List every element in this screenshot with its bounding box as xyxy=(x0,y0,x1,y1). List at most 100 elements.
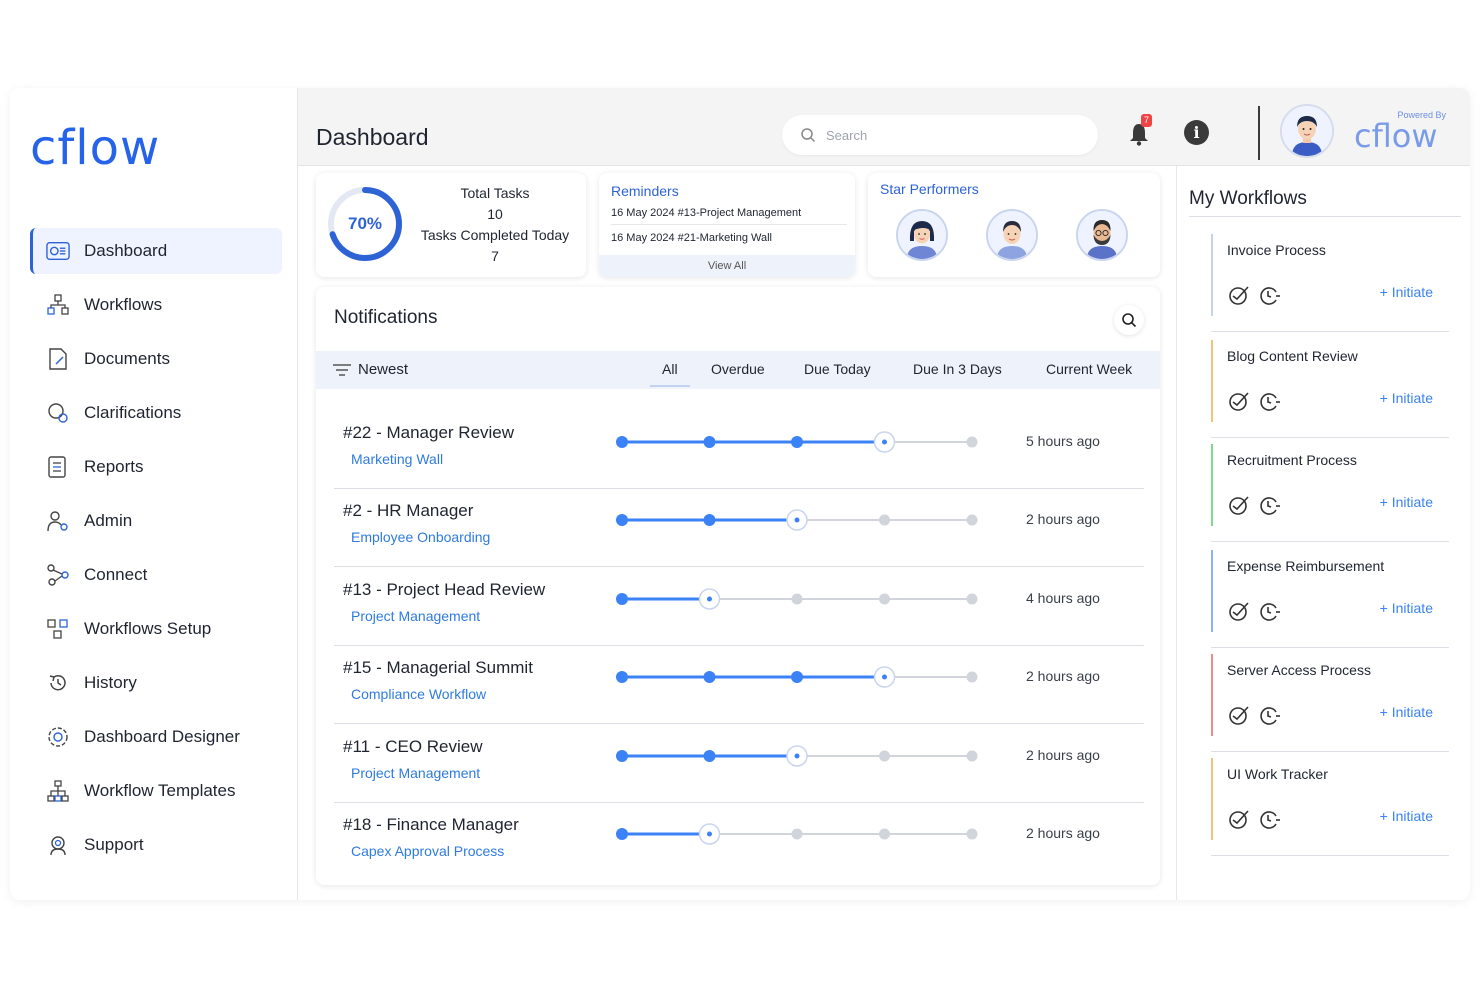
approve-icon xyxy=(1229,706,1249,725)
star-performers-title: Star Performers xyxy=(880,181,979,197)
progress-step-done xyxy=(616,436,628,448)
user-avatar[interactable] xyxy=(1280,104,1334,158)
initiate-button[interactable]: + Initiate xyxy=(1380,600,1433,616)
workflows-setup-icon xyxy=(46,617,70,641)
approve-icon xyxy=(1229,496,1249,515)
sidebar-item-clarifications[interactable]: Clarifications xyxy=(30,390,282,436)
reminders-title: Reminders xyxy=(611,183,679,199)
tab-due-today[interactable]: Due Today xyxy=(804,361,871,377)
initiate-button[interactable]: + Initiate xyxy=(1380,704,1433,720)
sidebar-nav: Dashboard Workflows Documents Clarification… xyxy=(30,228,282,876)
workflow-item[interactable]: Server Access Process + Initiate xyxy=(1211,654,1449,752)
initiate-button[interactable]: + Initiate xyxy=(1380,808,1433,824)
sidebar-item-workflow-templates[interactable]: Workflow Templates xyxy=(30,768,282,814)
tab-all[interactable]: All xyxy=(650,361,689,387)
history-icon xyxy=(46,671,70,695)
progress-step-done xyxy=(791,671,803,684)
notification-row[interactable]: #18 - Finance Manager Capex Approval Proc… xyxy=(334,803,1144,881)
sidebar-item-reports[interactable]: Reports xyxy=(30,444,282,490)
reminder-item[interactable]: 16 May 2024 #13-Project Management xyxy=(611,207,847,225)
search-box[interactable] xyxy=(782,115,1098,155)
sidebar-item-dashboard-designer[interactable]: Dashboard Designer xyxy=(30,714,282,760)
sidebar-item-admin[interactable]: Admin xyxy=(30,498,282,544)
notification-bell[interactable]: 7 xyxy=(1128,114,1154,148)
header-divider xyxy=(1258,106,1260,160)
star-performer-avatar[interactable] xyxy=(1076,209,1128,261)
progress-stepper xyxy=(616,431,978,453)
initiate-button[interactable]: + Initiate xyxy=(1380,390,1433,406)
progress-step-current-dot xyxy=(882,674,887,680)
search-input[interactable] xyxy=(826,127,1076,143)
powered-by: Powered By cflow xyxy=(1354,110,1454,152)
notification-workflow-link[interactable]: Compliance Workflow xyxy=(351,686,486,702)
progress-step-done xyxy=(616,514,628,527)
tab-due-in-3-days[interactable]: Due In 3 Days xyxy=(913,361,1002,377)
notification-row[interactable]: #2 - HR Manager Employee Onboarding 2 hour… xyxy=(334,489,1144,568)
notification-row[interactable]: #11 - CEO Review Project Management 2 hour… xyxy=(334,725,1144,803)
sidebar-item-documents[interactable]: Documents xyxy=(30,336,282,382)
workflow-item[interactable]: Expense Reimbursement + Initiate xyxy=(1211,550,1449,648)
notification-workflow-link[interactable]: Capex Approval Process xyxy=(351,843,504,859)
reminder-item[interactable]: 16 May 2024 #21-Marketing Wall xyxy=(611,232,847,249)
workflow-status-icons xyxy=(1227,808,1281,830)
notification-workflow-link[interactable]: Project Management xyxy=(351,608,480,624)
progress-step-pending xyxy=(966,671,978,683)
powered-by-logo: cflow xyxy=(1354,117,1438,155)
sidebar-item-dashboard[interactable]: Dashboard xyxy=(30,228,282,274)
timer-icon xyxy=(1260,811,1280,829)
info-icon[interactable]: i xyxy=(1184,120,1209,145)
workflows-icon xyxy=(46,293,70,317)
sidebar-item-label: Clarifications xyxy=(84,403,182,422)
approve-icon xyxy=(1229,602,1249,621)
notification-time: 5 hours ago xyxy=(1026,433,1100,449)
notifications-search-button[interactable] xyxy=(1114,305,1144,335)
progress-step-pending xyxy=(966,593,978,605)
progress-stepper xyxy=(616,509,978,532)
progress-stepper xyxy=(616,588,978,610)
progress-step-pending xyxy=(879,593,890,605)
sidebar-item-support[interactable]: Support xyxy=(30,822,282,868)
sidebar-item-workflows[interactable]: Workflows xyxy=(30,282,282,328)
initiate-button[interactable]: + Initiate xyxy=(1380,284,1433,300)
progress-step-pending xyxy=(879,828,890,840)
notification-workflow-link[interactable]: Project Management xyxy=(351,765,480,781)
dashboard-icon xyxy=(46,239,70,263)
tab-overdue[interactable]: Overdue xyxy=(711,361,765,377)
notification-workflow-link[interactable]: Marketing Wall xyxy=(351,451,443,467)
star-performer-avatar[interactable] xyxy=(896,209,948,261)
sidebar-item-workflows-setup[interactable]: Workflows Setup xyxy=(30,606,282,652)
notification-workflow-link[interactable]: Employee Onboarding xyxy=(351,529,490,545)
progress-stepper xyxy=(616,666,978,688)
notification-row[interactable]: #22 - Manager Review Marketing Wall 5 hour… xyxy=(334,411,1144,489)
sidebar-item-label: Workflows Setup xyxy=(84,619,212,638)
tasks-summary: Total Tasks 10 Tasks Completed Today 7 xyxy=(412,183,578,267)
workflow-item[interactable]: Blog Content Review + Initiate xyxy=(1211,340,1449,438)
workflow-name: Recruitment Process xyxy=(1227,452,1357,468)
notification-title: #13 - Project Head Review xyxy=(343,579,546,599)
workflow-item[interactable]: UI Work Tracker + Initiate xyxy=(1211,758,1449,856)
progress-step-done xyxy=(703,436,716,448)
sort-dropdown[interactable]: Newest xyxy=(332,361,408,378)
progress-step-pending xyxy=(791,593,803,605)
workflow-item[interactable]: Invoice Process + Initiate xyxy=(1211,234,1449,332)
notification-row[interactable]: #13 - Project Head Review Project Managem… xyxy=(334,568,1144,646)
initiate-button[interactable]: + Initiate xyxy=(1380,494,1433,510)
notification-row[interactable]: #15 - Managerial Summit Compliance Workfl… xyxy=(334,646,1144,725)
notification-title: #15 - Managerial Summit xyxy=(343,658,533,678)
tab-current-week[interactable]: Current Week xyxy=(1046,361,1132,377)
notification-time: 2 hours ago xyxy=(1026,511,1100,528)
progress-step-current-dot xyxy=(794,517,800,523)
header: Dashboard 7 i Powered By cflow xyxy=(298,88,1470,166)
workflow-status-icons xyxy=(1227,704,1281,726)
sidebar-item-history[interactable]: History xyxy=(30,660,282,706)
completed-tasks-label: Tasks Completed Today xyxy=(420,227,570,243)
sidebar-item-connect[interactable]: Connect xyxy=(30,552,282,598)
progress-step-pending xyxy=(966,828,978,840)
view-all-link[interactable]: View All xyxy=(599,255,855,277)
star-performer-avatar[interactable] xyxy=(986,209,1038,261)
workflow-item[interactable]: Recruitment Process + Initiate xyxy=(1211,444,1449,542)
timer-icon xyxy=(1260,393,1280,411)
progress-step-pending xyxy=(966,514,978,526)
workflow-status-icons xyxy=(1227,494,1281,516)
progress-step-done xyxy=(703,514,716,527)
